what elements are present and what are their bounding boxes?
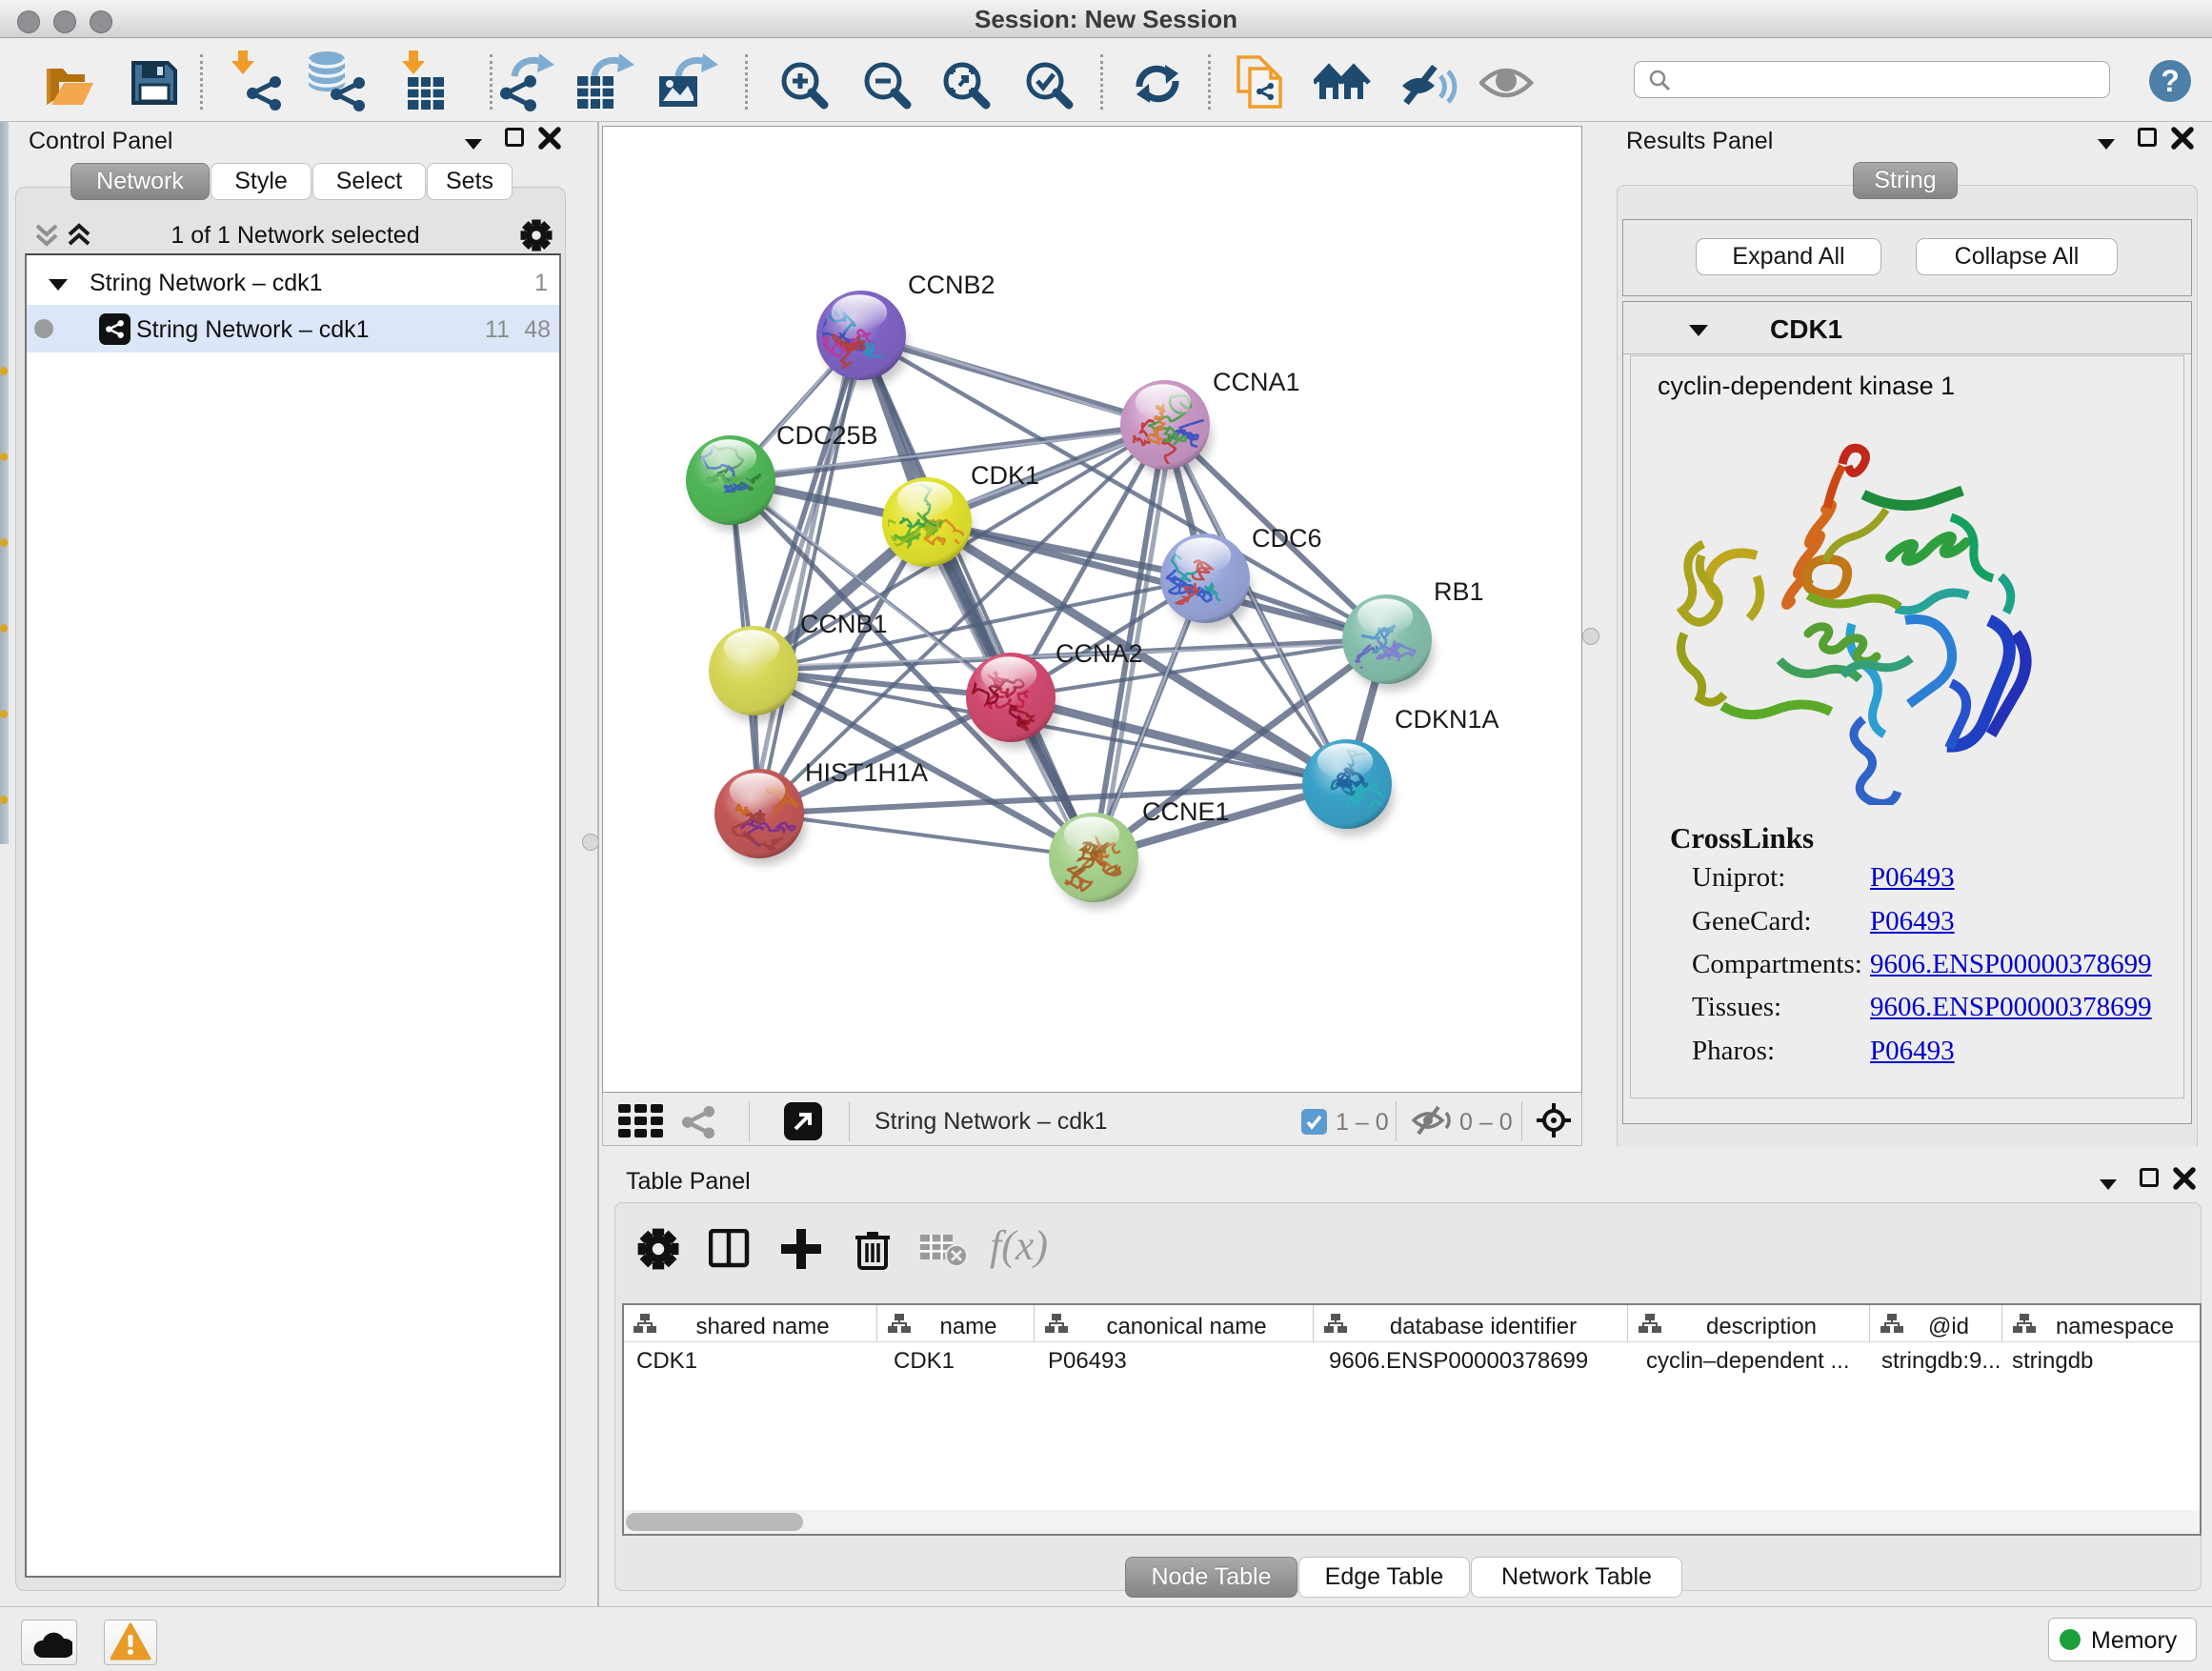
svg-text:HIST1H1A: HIST1H1A — [805, 758, 928, 787]
svg-text:CCNA2: CCNA2 — [1056, 639, 1143, 668]
svg-text:CDC25B: CDC25B — [776, 421, 878, 450]
svg-text:CCNA1: CCNA1 — [1213, 368, 1300, 396]
svg-text:CCNB1: CCNB1 — [800, 610, 888, 638]
svg-text:CCNB2: CCNB2 — [908, 271, 995, 299]
svg-text:CDKN1A: CDKN1A — [1395, 705, 1499, 734]
svg-text:CDC6: CDC6 — [1252, 524, 1322, 553]
svg-text:RB1: RB1 — [1434, 577, 1484, 606]
svg-text:CCNE1: CCNE1 — [1142, 797, 1230, 826]
svg-text:CDK1: CDK1 — [971, 461, 1039, 490]
